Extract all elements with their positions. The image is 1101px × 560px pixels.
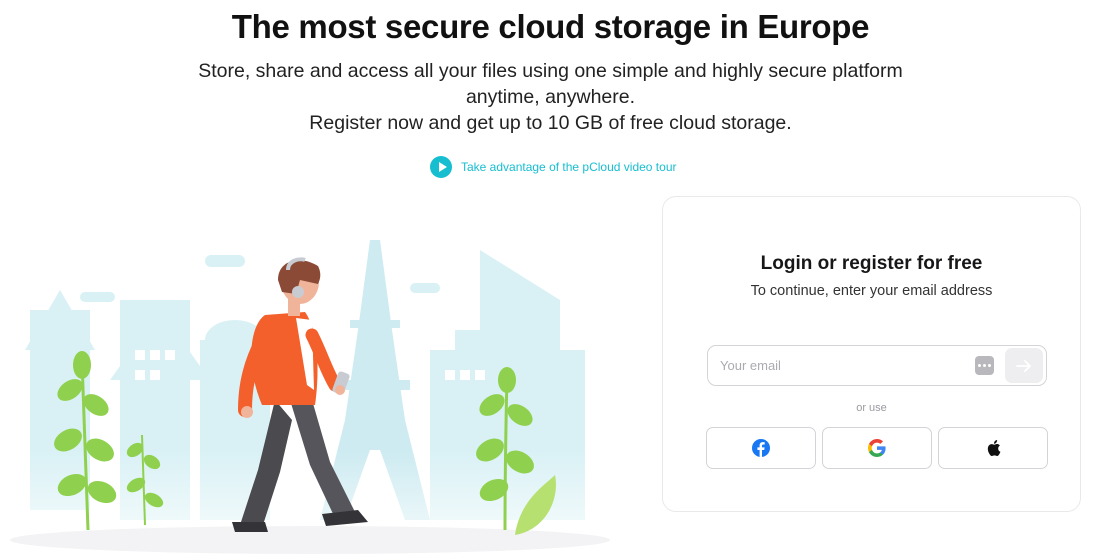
social-login-row — [706, 427, 1048, 469]
facebook-login-button[interactable] — [706, 427, 816, 469]
play-icon[interactable] — [430, 156, 452, 178]
login-title: Login or register for free — [760, 253, 983, 274]
login-subtitle: To continue, enter your email address — [750, 283, 993, 299]
apple-icon — [987, 440, 1001, 457]
google-icon — [868, 439, 886, 457]
or-use-label: or use — [856, 402, 887, 414]
video-tour-link[interactable]: Take advantage of the pCloud video tour — [430, 155, 676, 179]
arrow-right-icon — [1016, 359, 1031, 372]
hero-subtitle: Store, share and access all your files u… — [0, 58, 1101, 136]
hero-subtitle-line: Register now and get up to 10 GB of free… — [309, 112, 792, 134]
email-input[interactable] — [720, 346, 960, 385]
continue-button[interactable] — [1005, 348, 1043, 383]
hero-subtitle-line: anytime, anywhere. — [465, 86, 636, 108]
password-manager-icon[interactable] — [975, 356, 994, 375]
google-login-button[interactable] — [822, 427, 932, 469]
email-field[interactable] — [707, 345, 1047, 386]
apple-login-button[interactable] — [938, 427, 1048, 469]
hero-subtitle-line: Store, share and access all your files u… — [198, 60, 903, 82]
login-card: Login or register for free To continue, … — [662, 196, 1081, 512]
video-tour-label[interactable]: Take advantage of the pCloud video tour — [461, 160, 676, 174]
page-title: The most secure cloud storage in Europe — [231, 8, 870, 45]
city-walker-illustration — [0, 240, 620, 560]
facebook-icon — [752, 439, 770, 457]
